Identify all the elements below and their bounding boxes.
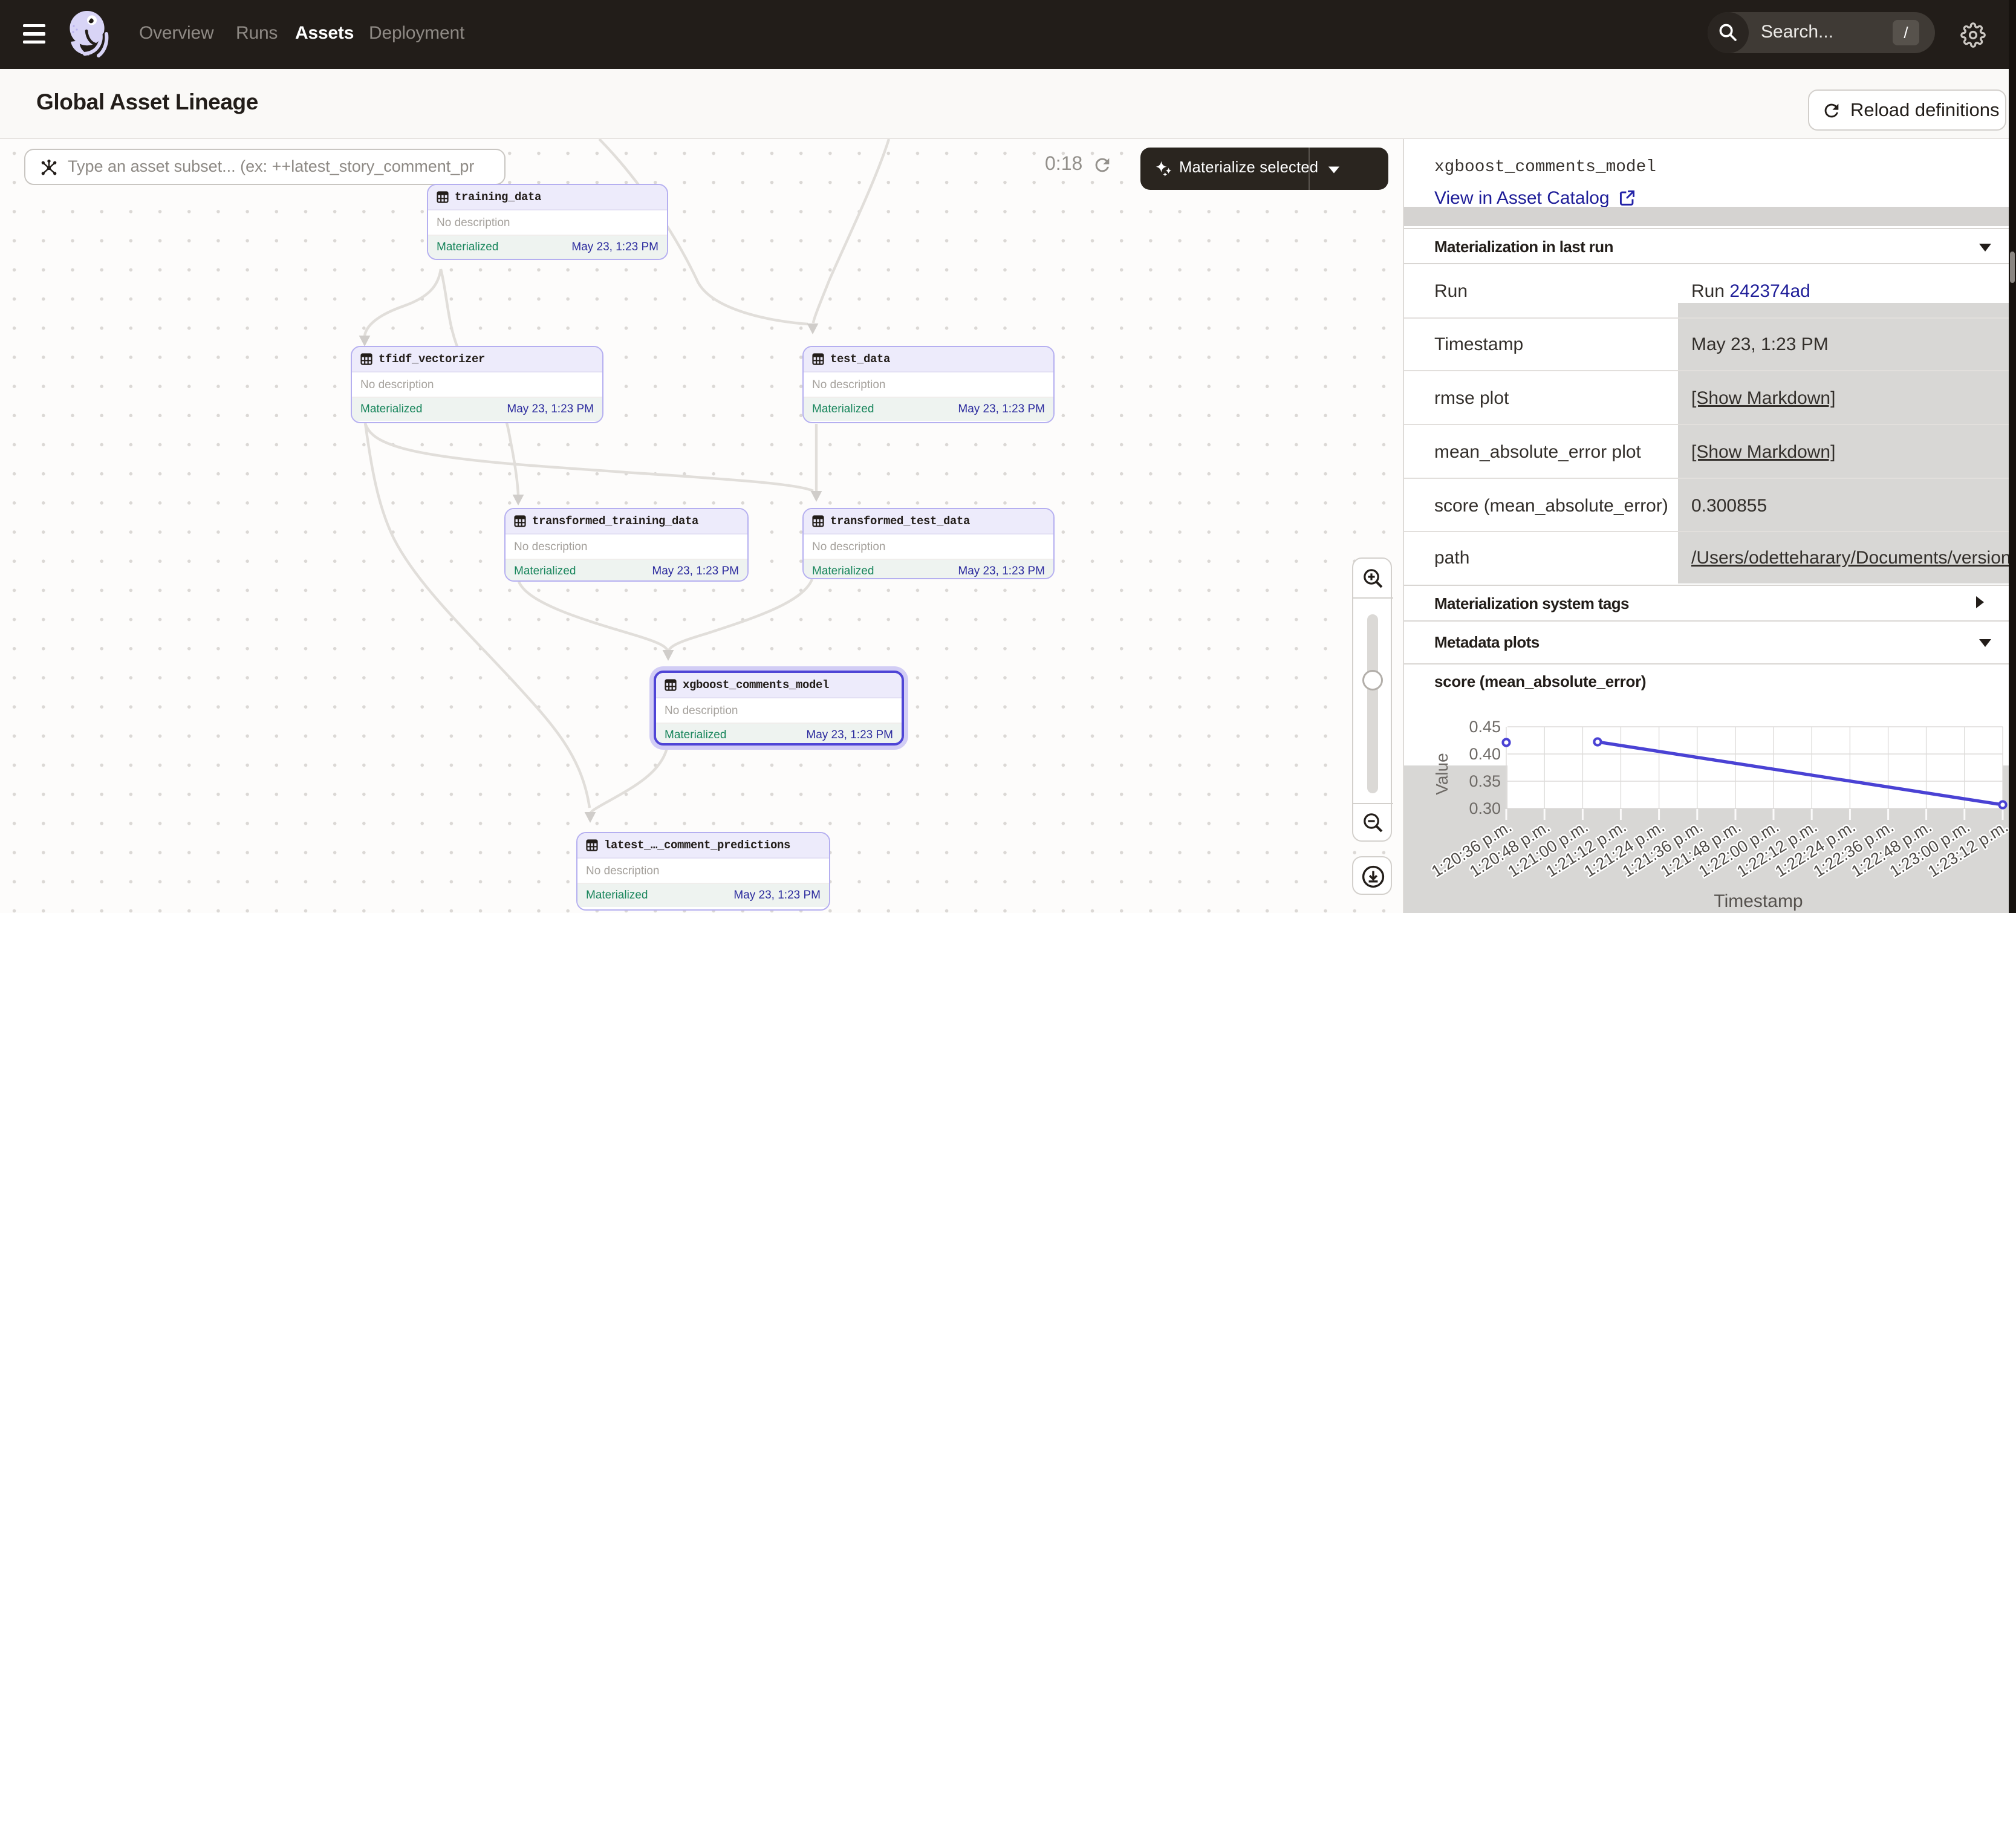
svg-text:Timestamp: Timestamp	[1714, 891, 1803, 911]
svg-text:0.30: 0.30	[1469, 799, 1501, 817]
svg-text:0.45: 0.45	[1469, 718, 1501, 736]
svg-text:0.35: 0.35	[1469, 772, 1501, 790]
svg-text:Value: Value	[1432, 753, 1451, 795]
svg-text:0.40: 0.40	[1469, 745, 1501, 763]
